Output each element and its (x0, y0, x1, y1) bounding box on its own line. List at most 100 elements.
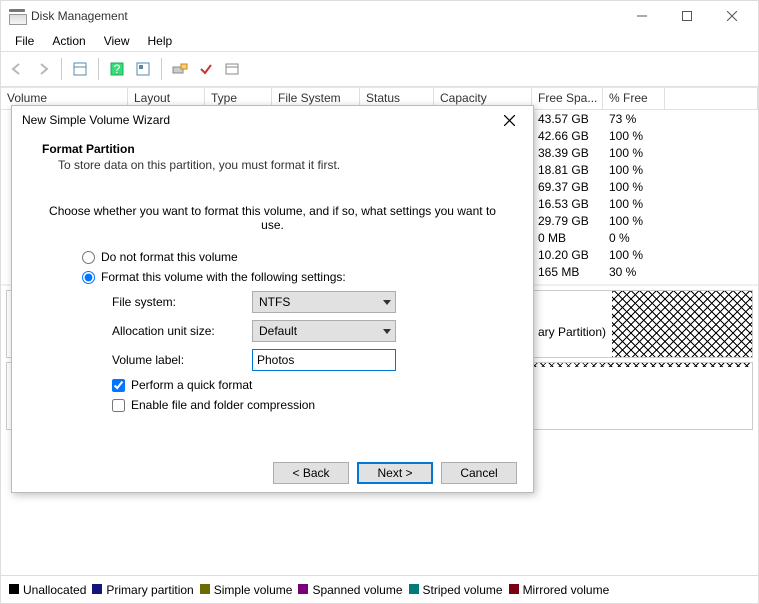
cell-pct: 100 % (603, 163, 665, 177)
window-maximize-button[interactable] (664, 1, 709, 31)
dialog-header: New Simple Volume Wizard (12, 106, 533, 134)
toolbar-action3-button[interactable] (220, 57, 244, 81)
refresh-button[interactable] (131, 57, 155, 81)
next-button[interactable]: Next > (357, 462, 433, 484)
cell-pct: 100 % (603, 146, 665, 160)
help-button[interactable]: ? (105, 57, 129, 81)
menu-view[interactable]: View (96, 32, 138, 50)
menubar: File Action View Help (1, 31, 758, 51)
window-titlebar: Disk Management (1, 1, 758, 31)
window-minimize-button[interactable] (619, 1, 664, 31)
dialog-title: New Simple Volume Wizard (22, 113, 495, 127)
menu-help[interactable]: Help (140, 32, 181, 50)
cancel-button[interactable]: Cancel (441, 462, 517, 484)
volumelabel-label: Volume label: (112, 353, 252, 367)
dialog-heading: Format Partition (42, 142, 503, 156)
legend-item: Striped volume (409, 583, 503, 597)
swatch-icon (200, 584, 210, 594)
cell-free: 0 MB (532, 231, 603, 245)
toolbar-action1-button[interactable] (168, 57, 192, 81)
toolbar-separator (61, 58, 62, 80)
column-spacer (665, 88, 758, 109)
cell-pct: 100 % (603, 129, 665, 143)
quickformat-checkbox[interactable] (112, 379, 125, 392)
cell-free: 42.66 GB (532, 129, 603, 143)
radio-noformat-label: Do not format this volume (101, 250, 238, 264)
swatch-icon (9, 584, 19, 594)
cell-free: 43.57 GB (532, 112, 603, 126)
cell-pct: 100 % (603, 197, 665, 211)
cell-free: 69.37 GB (532, 180, 603, 194)
app-icon (9, 9, 25, 23)
chevron-down-icon (383, 300, 391, 305)
radio-noformat[interactable] (82, 251, 95, 264)
compression-checkbox[interactable] (112, 399, 125, 412)
legend-label: Mirrored volume (523, 583, 610, 597)
cell-pct: 100 % (603, 248, 665, 262)
column-free[interactable]: Free Spa... (532, 88, 603, 109)
dialog-close-button[interactable] (495, 106, 523, 134)
dialog-body: Choose whether you want to format this v… (12, 176, 533, 424)
column-pctfree[interactable]: % Free (603, 88, 665, 109)
volumelabel-input[interactable] (252, 349, 396, 371)
legend-item: Mirrored volume (509, 583, 610, 597)
back-button[interactable]: < Back (273, 462, 349, 484)
legend-label: Spanned volume (312, 583, 402, 597)
radio-format[interactable] (82, 271, 95, 284)
quickformat-label: Perform a quick format (131, 378, 252, 392)
partition-status: ary Partition) (538, 325, 606, 339)
partition-unallocated[interactable] (612, 291, 752, 357)
filesystem-row: File system: NTFS (112, 291, 503, 313)
swatch-icon (298, 584, 308, 594)
cell-free: 38.39 GB (532, 146, 603, 160)
legend-item: Spanned volume (298, 583, 402, 597)
legend: Unallocated Primary partition Simple vol… (1, 575, 758, 603)
legend-label: Unallocated (23, 583, 86, 597)
radio-noformat-row[interactable]: Do not format this volume (82, 250, 503, 264)
swatch-icon (509, 584, 519, 594)
back-button[interactable] (5, 57, 29, 81)
radio-format-row[interactable]: Format this volume with the following se… (82, 270, 503, 284)
filesystem-label: File system: (112, 295, 252, 309)
allocation-value: Default (259, 324, 297, 338)
allocation-row: Allocation unit size: Default (112, 320, 503, 342)
svg-text:?: ? (114, 62, 121, 76)
cell-free: 18.81 GB (532, 163, 603, 177)
toolbar-separator (161, 58, 162, 80)
legend-label: Simple volume (214, 583, 293, 597)
dialog-footer: < Back Next > Cancel (12, 454, 533, 492)
menu-file[interactable]: File (7, 32, 42, 50)
cell-pct: 73 % (603, 112, 665, 126)
filesystem-select[interactable]: NTFS (252, 291, 396, 313)
compression-row[interactable]: Enable file and folder compression (112, 398, 503, 412)
allocation-label: Allocation unit size: (112, 324, 252, 338)
swatch-icon (409, 584, 419, 594)
cell-pct: 30 % (603, 265, 665, 279)
radio-format-label: Format this volume with the following se… (101, 270, 346, 284)
forward-button[interactable] (31, 57, 55, 81)
filesystem-value: NTFS (259, 295, 290, 309)
dialog-subheader: Format Partition To store data on this p… (12, 134, 533, 176)
legend-item: Simple volume (200, 583, 293, 597)
legend-label: Primary partition (106, 583, 193, 597)
window-title: Disk Management (31, 9, 619, 23)
legend-item: Unallocated (9, 583, 86, 597)
cell-free: 165 MB (532, 265, 603, 279)
menu-action[interactable]: Action (44, 32, 93, 50)
cell-pct: 0 % (603, 231, 665, 245)
window-close-button[interactable] (709, 1, 754, 31)
dialog-prompt: Choose whether you want to format this v… (42, 204, 503, 232)
toolbar-separator (98, 58, 99, 80)
cell-pct: 100 % (603, 180, 665, 194)
swatch-icon (92, 584, 102, 594)
cell-free: 16.53 GB (532, 197, 603, 211)
legend-item: Primary partition (92, 583, 193, 597)
properties-button[interactable] (68, 57, 92, 81)
compression-label: Enable file and folder compression (131, 398, 315, 412)
toolbar: ? (1, 51, 758, 87)
cell-free: 29.79 GB (532, 214, 603, 228)
allocation-select[interactable]: Default (252, 320, 396, 342)
toolbar-action2-button[interactable] (194, 57, 218, 81)
quickformat-row[interactable]: Perform a quick format (112, 378, 503, 392)
volumelabel-row: Volume label: (112, 349, 503, 371)
